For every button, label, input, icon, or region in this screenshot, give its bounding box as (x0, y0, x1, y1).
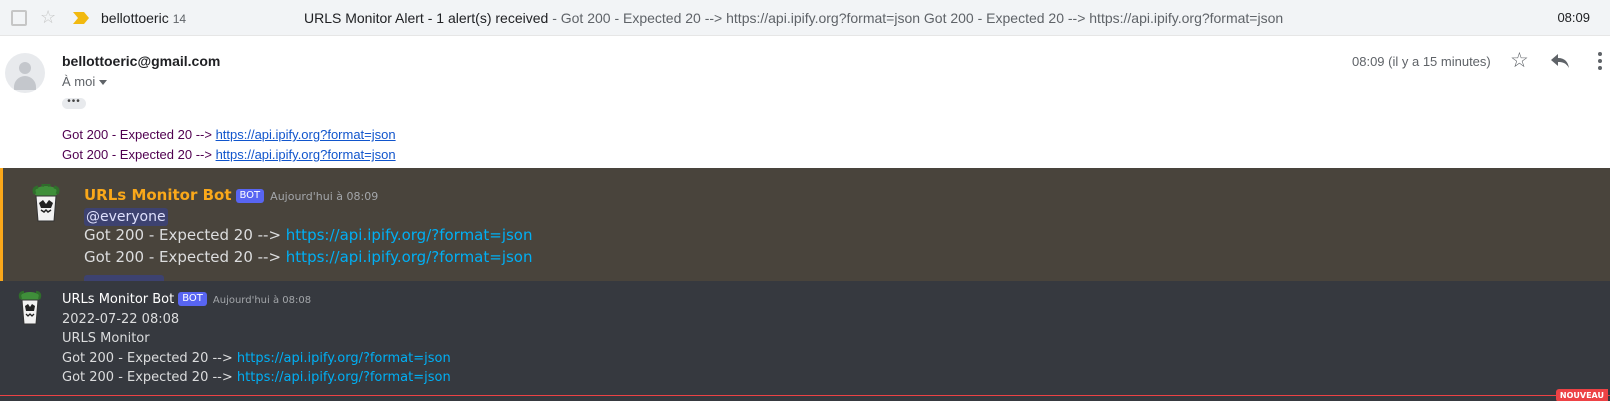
message-time: Aujourd'hui à 08:09 (270, 190, 379, 203)
bot-avatar-icon[interactable] (26, 184, 66, 224)
bot-badge: BOT (235, 189, 265, 203)
reply-icon[interactable] (1550, 52, 1570, 70)
message-link[interactable]: https://api.ipify.org/?format=json (286, 248, 533, 266)
new-messages-label: NOUVEAU (1555, 389, 1608, 401)
line-text: Got 200 - Expected 20 --> (62, 127, 216, 142)
message-link[interactable]: https://api.ipify.org/?format=json (286, 226, 533, 244)
line-text: Got 200 - Expected 20 --> (62, 147, 216, 162)
row-time: 08:09 (1557, 10, 1590, 25)
snippet-text: - Got 200 - Expected 20 --> https://api.… (548, 10, 1284, 26)
message-time: Aujourd'hui à 08:08 (212, 295, 312, 306)
line-text: Got 200 - Expected 20 --> (84, 248, 286, 266)
message-header: URLs Monitor Bot BOT Aujourd'hui à 08:09 (84, 186, 378, 204)
sender-name: bellottoeric (101, 10, 169, 26)
star-icon[interactable]: ☆ (40, 7, 56, 27)
line-text: Got 200 - Expected 20 --> (62, 351, 237, 366)
email-from: bellottoeric@gmail.com (62, 53, 221, 69)
discord-channel: URLs Monitor Bot BOT Aujourd'hui à 08:09 @… (0, 168, 1610, 401)
author-name[interactable]: URLs Monitor Bot (84, 186, 232, 204)
avatar-icon (5, 53, 45, 93)
caret-down-icon[interactable] (99, 80, 108, 86)
sender-cell: bellottoeric 14 (101, 10, 186, 26)
message-line: Got 200 - Expected 20 --> https://api.ip… (84, 248, 533, 266)
message-header: URLs Monitor Bot BOT Aujourd'hui à 08:08 (62, 292, 311, 307)
author-name[interactable]: URLs Monitor Bot (62, 292, 174, 307)
email-body-line: Got 200 - Expected 20 --> https://api.ip… (62, 127, 396, 142)
bot-badge: BOT (178, 292, 207, 306)
bot-avatar-icon[interactable] (14, 290, 46, 326)
line-text: Got 200 - Expected 20 --> (62, 370, 237, 385)
line-text: Got 200 - Expected 20 --> (84, 226, 286, 244)
message-line: Got 200 - Expected 20 --> https://api.ip… (84, 226, 533, 244)
star-icon[interactable]: ☆ (1510, 50, 1529, 72)
message-line: Got 200 - Expected 20 --> https://api.ip… (62, 351, 451, 366)
email-link[interactable]: https://api.ipify.org?format=json (216, 147, 396, 162)
new-messages-divider (0, 395, 1610, 396)
email-body-line: Got 200 - Expected 20 --> https://api.ip… (62, 147, 396, 162)
message-date-line: 2022-07-22 08:08 (62, 312, 180, 327)
message-link[interactable]: https://api.ipify.org/?format=json (237, 351, 451, 366)
message-line: Got 200 - Expected 20 --> https://api.ip… (62, 370, 451, 385)
recipients-label: À moi (62, 74, 96, 89)
importance-marker-icon[interactable] (73, 12, 89, 24)
message-link[interactable]: https://api.ipify.org/?format=json (237, 370, 451, 385)
email-list-row[interactable]: ☆ bellottoeric 14 URLS Monitor Alert - 1 … (0, 0, 1610, 36)
checkbox-icon[interactable] (11, 10, 27, 26)
more-vert-icon[interactable] (1598, 52, 1604, 72)
email-date: 08:09 (il y a 15 minutes) (1352, 54, 1491, 69)
subject-text: URLS Monitor Alert - 1 alert(s) received (304, 10, 549, 26)
thread-count: 14 (172, 12, 187, 26)
email-recipients[interactable]: À moi (62, 74, 108, 89)
show-trimmed-content-button[interactable]: ••• (62, 97, 86, 109)
email-link[interactable]: https://api.ipify.org?format=json (216, 127, 396, 142)
partial-mention-chip (84, 275, 164, 281)
subject-cell: URLS Monitor Alert - 1 alert(s) received… (304, 10, 1283, 26)
message-title-line: URLS Monitor (62, 331, 150, 346)
everyone-mention[interactable]: @everyone (84, 208, 168, 226)
